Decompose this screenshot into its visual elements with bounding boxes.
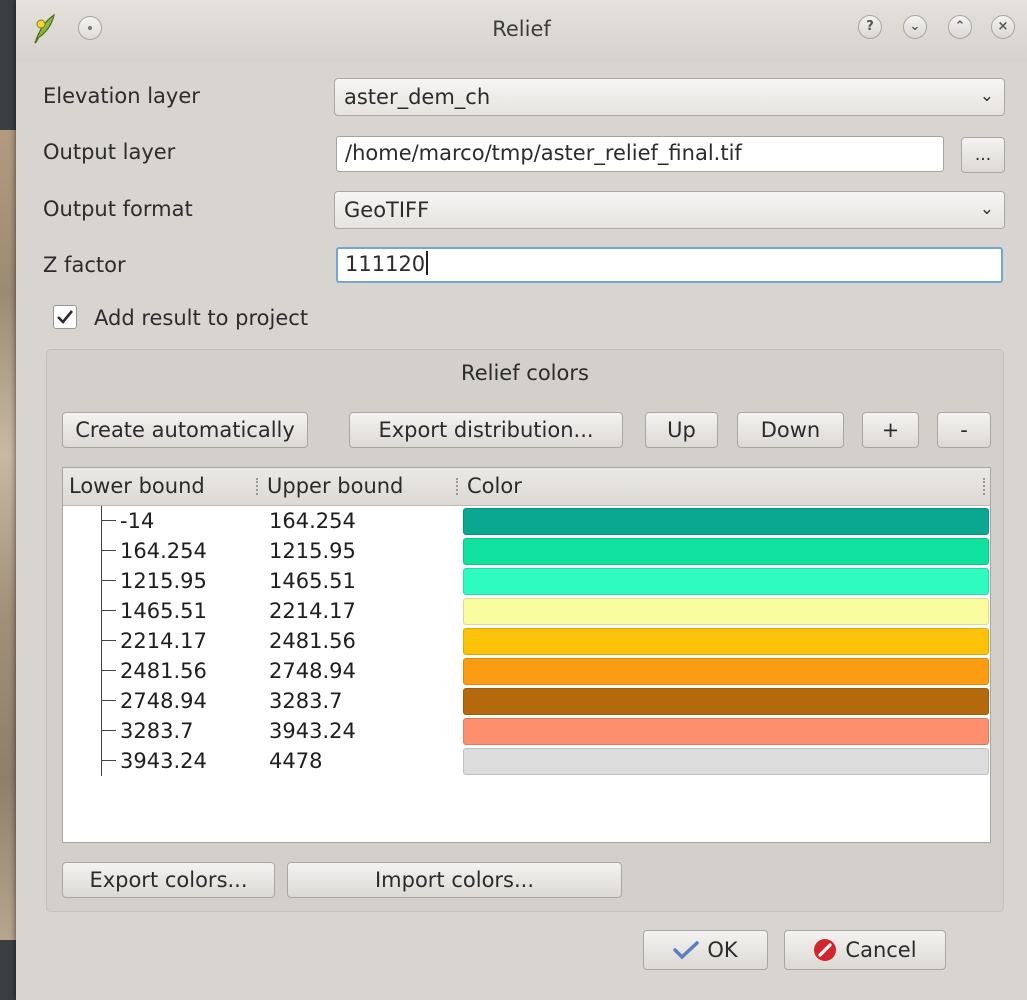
upper-bound-cell[interactable]: 1465.51 — [269, 566, 356, 596]
tree-branch — [102, 730, 116, 731]
color-swatch[interactable] — [463, 568, 989, 595]
color-swatch[interactable] — [463, 508, 989, 535]
color-swatch[interactable] — [463, 718, 989, 745]
help-button[interactable]: ? — [858, 15, 882, 39]
z-factor-label: Z factor — [43, 253, 126, 277]
elevation-layer-combo[interactable]: aster_dem_ch ⌄ — [334, 78, 1005, 116]
z-factor-value: 111120 — [345, 252, 426, 276]
ok-label: OK — [707, 938, 738, 962]
checkmark-icon — [673, 941, 700, 960]
output-format-label: Output format — [43, 197, 193, 221]
color-swatch[interactable] — [463, 538, 989, 565]
header-upper-bound[interactable]: Upper bound — [267, 468, 403, 505]
lower-bound-cell[interactable]: -14 — [120, 506, 154, 536]
table-row[interactable]: 164.254 1215.95 — [63, 536, 990, 566]
checkmark-icon — [57, 310, 74, 324]
color-swatch[interactable] — [463, 688, 989, 715]
upper-bound-cell[interactable]: 3283.7 — [269, 686, 342, 716]
chevron-down-icon: ⌄ — [979, 86, 994, 106]
table-header: Lower bound Upper bound Color — [63, 468, 990, 506]
browse-button[interactable]: ... — [961, 137, 1005, 173]
create-automatically-button[interactable]: Create automatically — [62, 412, 308, 448]
cancel-label: Cancel — [845, 938, 917, 962]
column-separator[interactable] — [256, 478, 261, 495]
column-separator[interactable] — [456, 478, 461, 495]
remove-row-button[interactable]: - — [937, 412, 991, 448]
color-swatch[interactable] — [463, 748, 989, 775]
color-swatch[interactable] — [463, 658, 989, 685]
add-result-label: Add result to project — [94, 306, 309, 330]
color-swatch[interactable] — [463, 598, 989, 625]
output-format-combo[interactable]: GeoTIFF ⌄ — [334, 191, 1005, 229]
lower-bound-cell[interactable]: 164.254 — [120, 536, 207, 566]
lower-bound-cell[interactable]: 1465.51 — [120, 596, 207, 626]
elevation-layer-value: aster_dem_ch — [344, 85, 491, 109]
table-row[interactable]: 2481.56 2748.94 — [63, 656, 990, 686]
export-distribution-button[interactable]: Export distribution... — [349, 412, 623, 448]
cancel-icon — [814, 939, 837, 961]
upper-bound-cell[interactable]: 3943.24 — [269, 716, 356, 746]
tree-branch — [102, 640, 116, 641]
tree-branch — [102, 520, 116, 521]
text-caret — [426, 251, 429, 275]
output-layer-input[interactable]: /home/marco/tmp/aster_relief_final.tif — [336, 136, 944, 172]
title-bar: Relief ? ⌄ ⌃ × — [16, 0, 1027, 62]
relief-colors-group: Relief colors Create automatically Expor… — [46, 349, 1004, 912]
table-row[interactable]: 2748.94 3283.7 — [63, 686, 990, 716]
add-row-button[interactable]: + — [862, 412, 919, 448]
import-colors-button[interactable]: Import colors... — [287, 862, 622, 898]
upper-bound-cell[interactable]: 2214.17 — [269, 596, 356, 626]
table-row[interactable]: 2214.17 2481.56 — [63, 626, 990, 656]
tree-branch — [102, 700, 116, 701]
cancel-button[interactable]: Cancel — [784, 930, 946, 970]
export-colors-button[interactable]: Export colors... — [62, 862, 275, 898]
add-result-checkbox[interactable] — [53, 305, 77, 329]
lower-bound-cell[interactable]: 2214.17 — [120, 626, 207, 656]
lower-bound-cell[interactable]: 3943.24 — [120, 746, 207, 776]
table-row[interactable]: 3283.7 3943.24 — [63, 716, 990, 746]
header-lower-bound[interactable]: Lower bound — [69, 468, 205, 505]
output-layer-label: Output layer — [43, 140, 176, 164]
column-separator — [983, 478, 988, 495]
tree-branch — [102, 580, 116, 581]
table-row[interactable]: 1465.51 2214.17 — [63, 596, 990, 626]
relief-colors-table[interactable]: Lower bound Upper bound Color -14 164.25… — [62, 467, 991, 843]
chevron-down-icon: ⌄ — [979, 199, 994, 219]
z-factor-input[interactable]: 111120 — [336, 247, 1003, 283]
output-format-value: GeoTIFF — [344, 198, 430, 222]
color-swatch[interactable] — [463, 628, 989, 655]
lower-bound-cell[interactable]: 3283.7 — [120, 716, 193, 746]
tree-branch — [102, 610, 116, 611]
upper-bound-cell[interactable]: 164.254 — [269, 506, 356, 536]
close-button[interactable]: × — [991, 15, 1015, 39]
down-button[interactable]: Down — [737, 412, 844, 448]
relief-dialog: Relief ? ⌄ ⌃ × Elevation layer aster_dem… — [16, 0, 1027, 1000]
tree-branch — [102, 670, 116, 671]
lower-bound-cell[interactable]: 2748.94 — [120, 686, 207, 716]
upper-bound-cell[interactable]: 4478 — [269, 746, 322, 776]
table-row[interactable]: 3943.24 4478 — [63, 746, 990, 776]
tree-branch — [102, 550, 116, 551]
up-button[interactable]: Up — [645, 412, 718, 448]
maximize-button[interactable]: ⌃ — [948, 15, 972, 39]
table-row[interactable]: -14 164.254 — [63, 506, 990, 536]
minimize-button[interactable]: ⌄ — [903, 15, 927, 39]
upper-bound-cell[interactable]: 1215.95 — [269, 536, 356, 566]
header-color[interactable]: Color — [467, 468, 522, 505]
ok-button[interactable]: OK — [643, 930, 768, 970]
table-row[interactable]: 1215.95 1465.51 — [63, 566, 990, 596]
upper-bound-cell[interactable]: 2748.94 — [269, 656, 356, 686]
tree-branch — [102, 760, 116, 761]
upper-bound-cell[interactable]: 2481.56 — [269, 626, 356, 656]
relief-colors-title: Relief colors — [461, 361, 589, 385]
elevation-layer-label: Elevation layer — [43, 84, 200, 108]
lower-bound-cell[interactable]: 2481.56 — [120, 656, 207, 686]
lower-bound-cell[interactable]: 1215.95 — [120, 566, 207, 596]
